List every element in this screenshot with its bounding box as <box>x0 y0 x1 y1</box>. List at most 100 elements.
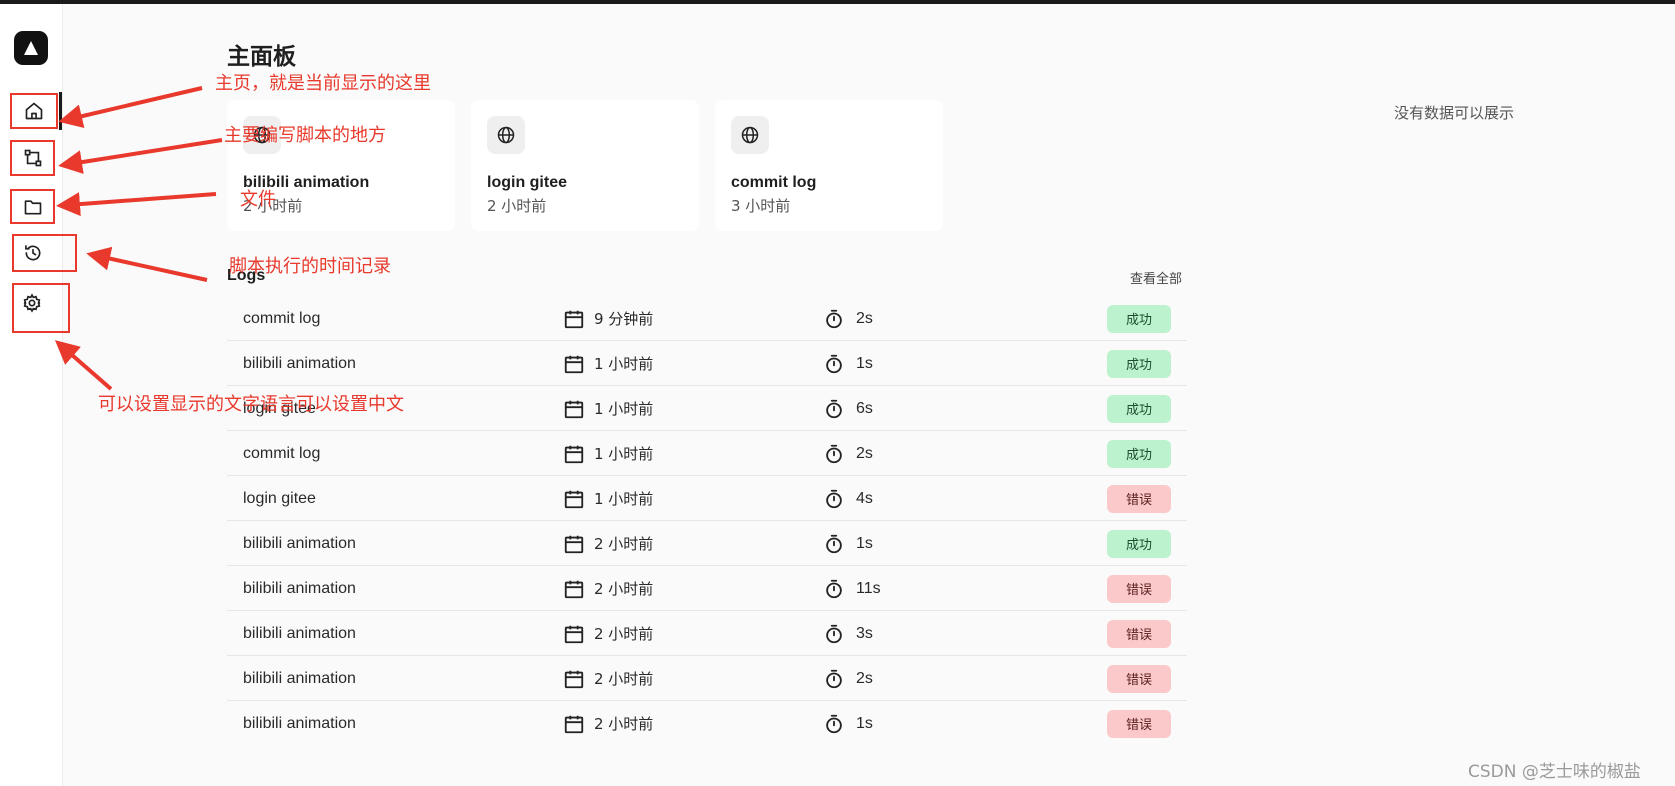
log-script-name: bilibili animation <box>243 714 356 732</box>
history-icon <box>25 245 41 261</box>
status-badge[interactable]: 成功 <box>1107 349 1171 378</box>
calendar-icon <box>563 521 585 566</box>
annotation-scripts: 主要编写脚本的地方 <box>224 125 386 146</box>
log-script-name: bilibili animation <box>243 669 356 687</box>
arrow-history <box>86 246 208 282</box>
log-time: 2 小时前 <box>594 580 654 598</box>
empty-chart-message: 没有数据可以展示 <box>1394 104 1515 122</box>
log-duration: 4s <box>856 489 873 507</box>
log-time: 2 小时前 <box>594 625 654 643</box>
sidebar-item-home[interactable] <box>10 93 58 129</box>
flow-icon <box>24 149 41 167</box>
timer-icon <box>823 431 845 476</box>
folder-icon <box>24 199 41 214</box>
page-title: 主面板 <box>227 44 296 70</box>
table-row[interactable]: bilibili animation 2 小时前 11s 错误 <box>227 566 1187 611</box>
gear-icon <box>23 293 41 313</box>
log-time: 2 小时前 <box>594 535 654 553</box>
log-time: 1 小时前 <box>594 445 654 463</box>
card-title: commit log <box>731 174 817 191</box>
card-title: login gitee <box>487 174 567 191</box>
sidebar-item-files[interactable] <box>10 189 55 224</box>
annotation-home: 主页，就是当前显示的这里 <box>215 73 431 94</box>
nav-active-indicator <box>59 92 62 130</box>
log-script-name: bilibili animation <box>243 624 356 642</box>
recent-script-card[interactable]: commit log 3 小时前 <box>715 100 943 231</box>
annotation-settings: 可以设置显示的文字语言可以设置中文 <box>98 394 404 415</box>
log-time: 1 小时前 <box>594 400 654 418</box>
log-time: 1 小时前 <box>594 490 654 508</box>
log-duration: 3s <box>856 624 873 642</box>
timer-icon <box>823 656 845 701</box>
log-duration: 2s <box>856 444 873 462</box>
status-badge[interactable]: 错误 <box>1107 619 1171 648</box>
timer-icon <box>823 611 845 656</box>
table-row[interactable]: bilibili animation 2 小时前 2s 错误 <box>227 656 1187 701</box>
table-row[interactable]: commit log 1 小时前 2s 成功 <box>227 431 1187 476</box>
annotation-files: 文件 <box>240 189 276 210</box>
status-badge[interactable]: 成功 <box>1107 394 1171 423</box>
log-time: 1 小时前 <box>594 355 654 373</box>
log-duration: 1s <box>856 534 873 552</box>
table-row[interactable]: commit log 9 分钟前 2s 成功 <box>227 296 1187 341</box>
log-script-name: commit log <box>243 309 321 327</box>
log-script-name: login gitee <box>243 489 316 507</box>
status-badge[interactable]: 成功 <box>1107 439 1171 468</box>
log-duration: 6s <box>856 399 873 417</box>
arrow-settings <box>54 340 113 391</box>
log-script-name: bilibili animation <box>243 354 356 372</box>
timer-icon <box>823 566 845 611</box>
table-row[interactable]: bilibili animation 2 小时前 1s 成功 <box>227 521 1187 566</box>
status-badge[interactable]: 错误 <box>1107 709 1171 738</box>
globe-icon <box>731 116 769 154</box>
calendar-icon <box>563 341 585 386</box>
log-script-name: bilibili animation <box>243 534 356 552</box>
calendar-icon <box>563 386 585 431</box>
log-time: 2 小时前 <box>594 715 654 733</box>
arrow-home <box>58 86 203 128</box>
card-time: 3 小时前 <box>731 197 791 215</box>
calendar-icon <box>563 656 585 701</box>
logs-table: commit log 9 分钟前 2s 成功 bilibili animatio… <box>227 296 1187 746</box>
calendar-icon <box>563 431 585 476</box>
timer-icon <box>823 386 845 431</box>
log-duration: 1s <box>856 714 873 732</box>
log-script-name: commit log <box>243 444 321 462</box>
timer-icon <box>823 296 845 341</box>
arrow-scripts <box>58 138 223 174</box>
table-row[interactable]: login gitee 1 小时前 4s 错误 <box>227 476 1187 521</box>
view-all-link[interactable]: 查看全部 <box>1130 268 1182 287</box>
table-row[interactable]: bilibili animation 2 小时前 3s 错误 <box>227 611 1187 656</box>
log-script-name: bilibili animation <box>243 579 356 597</box>
app-logo[interactable] <box>14 31 48 65</box>
timer-icon <box>823 341 845 386</box>
status-badge[interactable]: 成功 <box>1107 529 1171 558</box>
calendar-icon <box>563 566 585 611</box>
status-badge[interactable]: 错误 <box>1107 574 1171 603</box>
globe-icon <box>487 116 525 154</box>
status-badge[interactable]: 成功 <box>1107 304 1171 333</box>
top-bar <box>0 0 1675 4</box>
log-duration: 11s <box>856 579 881 597</box>
sidebar-item-history[interactable] <box>12 234 77 272</box>
calendar-icon <box>563 296 585 341</box>
status-badge[interactable]: 错误 <box>1107 484 1171 513</box>
timer-icon <box>823 476 845 521</box>
status-badge[interactable]: 错误 <box>1107 664 1171 693</box>
logo-icon <box>24 41 38 55</box>
timer-icon <box>823 521 845 566</box>
log-time: 2 小时前 <box>594 670 654 688</box>
calendar-icon <box>563 611 585 656</box>
home-icon <box>25 102 43 120</box>
sidebar-item-settings[interactable] <box>12 283 70 333</box>
recent-script-card[interactable]: bilibili animation 2 小时前 <box>227 100 455 231</box>
calendar-icon <box>563 476 585 521</box>
log-duration: 2s <box>856 669 873 687</box>
timer-icon <box>823 701 845 746</box>
sidebar-item-scripts[interactable] <box>10 140 55 176</box>
recent-script-card[interactable]: login gitee 2 小时前 <box>471 100 699 231</box>
log-duration: 2s <box>856 309 873 327</box>
table-row[interactable]: bilibili animation 1 小时前 1s 成功 <box>227 341 1187 386</box>
table-row[interactable]: bilibili animation 2 小时前 1s 错误 <box>227 701 1187 746</box>
log-time: 9 分钟前 <box>594 310 654 328</box>
